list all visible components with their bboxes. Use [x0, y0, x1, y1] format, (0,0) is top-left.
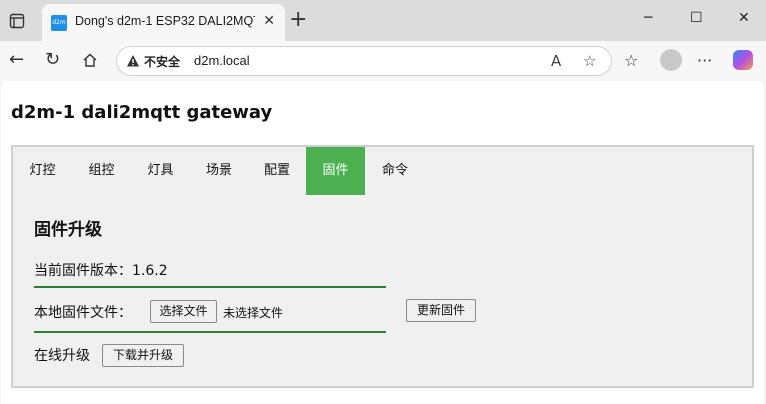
nav-tabs: 灯控 组控 灯具 场景 配置 固件 命令	[13, 147, 752, 195]
divider	[34, 331, 386, 333]
tab-group-control[interactable]: 组控	[74, 147, 129, 195]
tab-fixtures[interactable]: 灯具	[133, 147, 188, 195]
tab-firmware[interactable]: 固件	[306, 147, 365, 195]
browser-toolbar: ← ↻ 不安全 d2m.local A ☆ ☆ ···	[0, 41, 766, 81]
close-window-icon[interactable]: ✕	[738, 10, 750, 26]
current-version-row: 当前固件版本：1.6.2	[34, 260, 168, 280]
close-tab-icon[interactable]: ✕	[263, 13, 275, 29]
update-firmware-button[interactable]: 更新固件	[406, 299, 476, 322]
favorites-list-icon[interactable]: ☆	[624, 51, 638, 70]
page-viewport: d2m-1 dali2mqtt gateway 灯控 组控 灯具 场景 配置 固…	[1, 81, 764, 404]
tab-config[interactable]: 配置	[249, 147, 305, 195]
section-title: 固件升级	[34, 220, 102, 240]
content-panel: 灯控 组控 灯具 场景 配置 固件 命令 固件升级 当前固件版本：1.6.2 本…	[11, 145, 754, 388]
favorite-star-icon[interactable]: ☆	[583, 52, 596, 70]
favicon-icon: d2m	[51, 15, 67, 31]
current-version-value: 1.6.2	[132, 263, 168, 279]
browser-title-bar: d2m Dong's d2m-1 ESP32 DALI2MQTT ✕ + ─ ☐…	[0, 0, 766, 41]
tab-title: Dong's d2m-1 ESP32 DALI2MQTT	[75, 14, 255, 28]
more-options-icon[interactable]: ···	[697, 51, 712, 70]
local-file-label: 本地固件文件：	[34, 305, 132, 321]
refresh-icon[interactable]: ↻	[45, 49, 60, 70]
current-version-label: 当前固件版本：	[34, 263, 132, 279]
browser-tab[interactable]: d2m Dong's d2m-1 ESP32 DALI2MQTT ✕	[42, 4, 285, 41]
no-file-text: 未选择文件	[223, 306, 284, 320]
new-tab-icon[interactable]: +	[289, 9, 307, 31]
tab-scenes[interactable]: 场景	[191, 147, 247, 195]
choose-file-button[interactable]: 选择文件	[150, 300, 217, 323]
url-text[interactable]: d2m.local	[194, 53, 250, 68]
maximize-icon[interactable]: ☐	[690, 10, 703, 26]
warning-icon	[127, 55, 139, 67]
download-upgrade-button[interactable]: 下载并升级	[102, 344, 184, 367]
tab-commands[interactable]: 命令	[367, 147, 423, 195]
divider	[34, 286, 386, 288]
tab-light-control[interactable]: 灯控	[15, 147, 70, 195]
profile-avatar[interactable]	[660, 49, 682, 71]
back-icon[interactable]: ←	[9, 49, 24, 70]
insecure-label[interactable]: 不安全	[144, 53, 180, 70]
tab-actions-icon[interactable]	[9, 13, 25, 29]
read-aloud-icon[interactable]: A	[551, 52, 561, 70]
home-icon[interactable]	[82, 52, 98, 68]
page-title: d2m-1 dali2mqtt gateway	[11, 102, 273, 123]
minimize-icon[interactable]: ─	[644, 10, 652, 26]
online-upgrade-label: 在线升级	[34, 348, 90, 364]
copilot-icon[interactable]	[733, 50, 753, 70]
address-bar[interactable]: 不安全 d2m.local A ☆	[116, 46, 612, 76]
